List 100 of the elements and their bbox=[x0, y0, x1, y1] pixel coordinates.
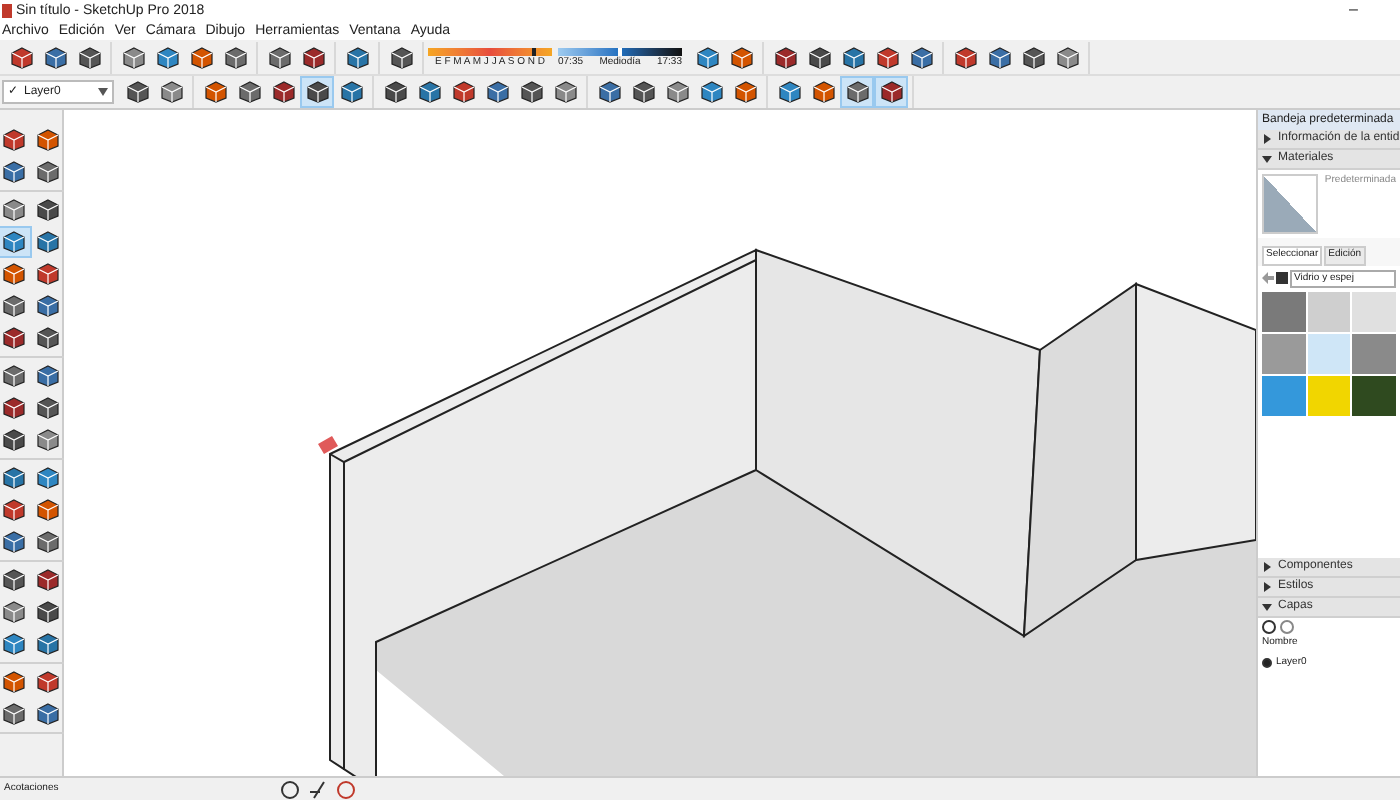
toolbar-button[interactable] bbox=[0, 698, 31, 730]
cube-icon bbox=[2, 466, 26, 490]
cube-icon bbox=[451, 80, 475, 104]
toolbar-button[interactable] bbox=[31, 156, 65, 188]
toolbar-button[interactable] bbox=[0, 258, 31, 290]
cube-icon bbox=[36, 428, 60, 452]
toolbar-button[interactable] bbox=[0, 424, 31, 456]
material-swatch[interactable] bbox=[1352, 376, 1396, 416]
toolbar-button[interactable] bbox=[0, 462, 31, 494]
collapsed-triangle-icon[interactable] bbox=[1262, 134, 1272, 144]
toolbar-button[interactable] bbox=[31, 290, 65, 322]
cube-icon bbox=[36, 294, 60, 318]
toolbar-button[interactable] bbox=[0, 526, 31, 558]
material-swatch[interactable] bbox=[1262, 334, 1306, 374]
material-swatch[interactable] bbox=[1262, 376, 1306, 416]
cube-icon bbox=[519, 80, 543, 104]
cube-icon bbox=[36, 670, 60, 694]
toolbar-button[interactable] bbox=[31, 258, 65, 290]
caret-icon bbox=[98, 88, 108, 96]
collapsed-triangle-icon[interactable] bbox=[1262, 562, 1272, 572]
cube-icon bbox=[1055, 45, 1079, 69]
toolbar-button[interactable] bbox=[0, 226, 31, 258]
cube-icon bbox=[875, 45, 899, 69]
toolbar-button[interactable] bbox=[31, 360, 65, 392]
expanded-triangle-icon[interactable] bbox=[1262, 154, 1272, 164]
toolbar-button[interactable] bbox=[31, 124, 65, 156]
toolbar-button[interactable] bbox=[31, 666, 65, 698]
time-slider[interactable] bbox=[558, 47, 682, 55]
slider-thumb[interactable] bbox=[531, 47, 536, 55]
cube-icon bbox=[631, 80, 655, 104]
toolbar-button[interactable] bbox=[874, 76, 908, 108]
cube-icon bbox=[271, 80, 295, 104]
minimize-button[interactable]: – bbox=[1349, 2, 1358, 18]
cube-icon bbox=[9, 45, 33, 69]
material-swatch[interactable] bbox=[1262, 292, 1306, 332]
cube-icon bbox=[665, 80, 689, 104]
cube-icon bbox=[807, 45, 831, 69]
toolbar-button[interactable] bbox=[31, 526, 65, 558]
material-swatch[interactable] bbox=[1352, 334, 1396, 374]
cube-icon bbox=[2, 428, 26, 452]
add-icon[interactable] bbox=[1262, 620, 1276, 634]
layer-radio[interactable] bbox=[1262, 657, 1272, 668]
cube-icon bbox=[2, 160, 26, 184]
material-swatch[interactable] bbox=[1352, 292, 1396, 332]
toolbar-button[interactable] bbox=[0, 628, 31, 660]
material-swatch[interactable] bbox=[1307, 292, 1351, 332]
toolbar-button[interactable] bbox=[31, 424, 65, 456]
toolbar-button[interactable] bbox=[31, 698, 65, 730]
cube-icon bbox=[345, 45, 369, 69]
cube-icon bbox=[2, 326, 26, 350]
collapsed-triangle-icon[interactable] bbox=[1262, 582, 1272, 592]
toolbar-button[interactable] bbox=[31, 392, 65, 424]
cube-icon bbox=[811, 80, 835, 104]
toolbar-button[interactable] bbox=[0, 322, 31, 354]
toolbar-button[interactable] bbox=[0, 494, 31, 526]
toolbar-button[interactable] bbox=[31, 226, 65, 258]
cube-icon bbox=[2, 396, 26, 420]
toolbar-button[interactable] bbox=[31, 194, 65, 226]
cube-icon bbox=[36, 396, 60, 420]
month-slider[interactable] bbox=[428, 47, 552, 55]
cube-icon bbox=[2, 632, 26, 656]
expanded-triangle-icon[interactable] bbox=[1262, 602, 1272, 612]
toolbar-button[interactable] bbox=[31, 596, 65, 628]
toolbar-button[interactable] bbox=[0, 392, 31, 424]
cube-icon bbox=[2, 702, 26, 726]
toolbar-button[interactable] bbox=[0, 596, 31, 628]
cube-icon bbox=[36, 466, 60, 490]
toolbar-button[interactable] bbox=[0, 666, 31, 698]
cube-icon bbox=[553, 80, 577, 104]
cube-icon bbox=[953, 45, 977, 69]
cube-icon bbox=[1021, 45, 1045, 69]
cube-icon bbox=[2, 568, 26, 592]
toolbar-button[interactable] bbox=[0, 360, 31, 392]
cube-icon bbox=[36, 530, 60, 554]
material-swatch[interactable] bbox=[1307, 334, 1351, 374]
toolbar-button[interactable] bbox=[0, 124, 31, 156]
cube-icon bbox=[301, 45, 325, 69]
toolbar-button[interactable] bbox=[0, 194, 31, 226]
toolbar-button[interactable] bbox=[31, 462, 65, 494]
toolbar-button[interactable] bbox=[31, 628, 65, 660]
material-swatch[interactable] bbox=[1307, 376, 1351, 416]
cube-icon bbox=[36, 600, 60, 624]
toolbar-button[interactable] bbox=[31, 494, 65, 526]
status-icons-drawing bbox=[280, 779, 360, 799]
toolbar-button[interactable] bbox=[300, 76, 334, 108]
toolbar-button[interactable] bbox=[0, 156, 31, 188]
toolbar-button[interactable] bbox=[840, 76, 874, 108]
toolbar-button[interactable] bbox=[0, 290, 31, 322]
cube-icon bbox=[773, 45, 797, 69]
material-preview bbox=[1262, 174, 1319, 234]
cube-icon bbox=[699, 80, 723, 104]
cube-icon bbox=[203, 80, 227, 104]
cube-icon bbox=[2, 198, 26, 222]
toolbar-button[interactable] bbox=[0, 564, 31, 596]
cube-icon bbox=[189, 45, 213, 69]
cube-icon bbox=[237, 80, 261, 104]
toolbar-button[interactable] bbox=[31, 322, 65, 354]
toolbar-button[interactable] bbox=[31, 564, 65, 596]
cube-icon bbox=[845, 80, 869, 104]
cube-icon bbox=[125, 80, 149, 104]
